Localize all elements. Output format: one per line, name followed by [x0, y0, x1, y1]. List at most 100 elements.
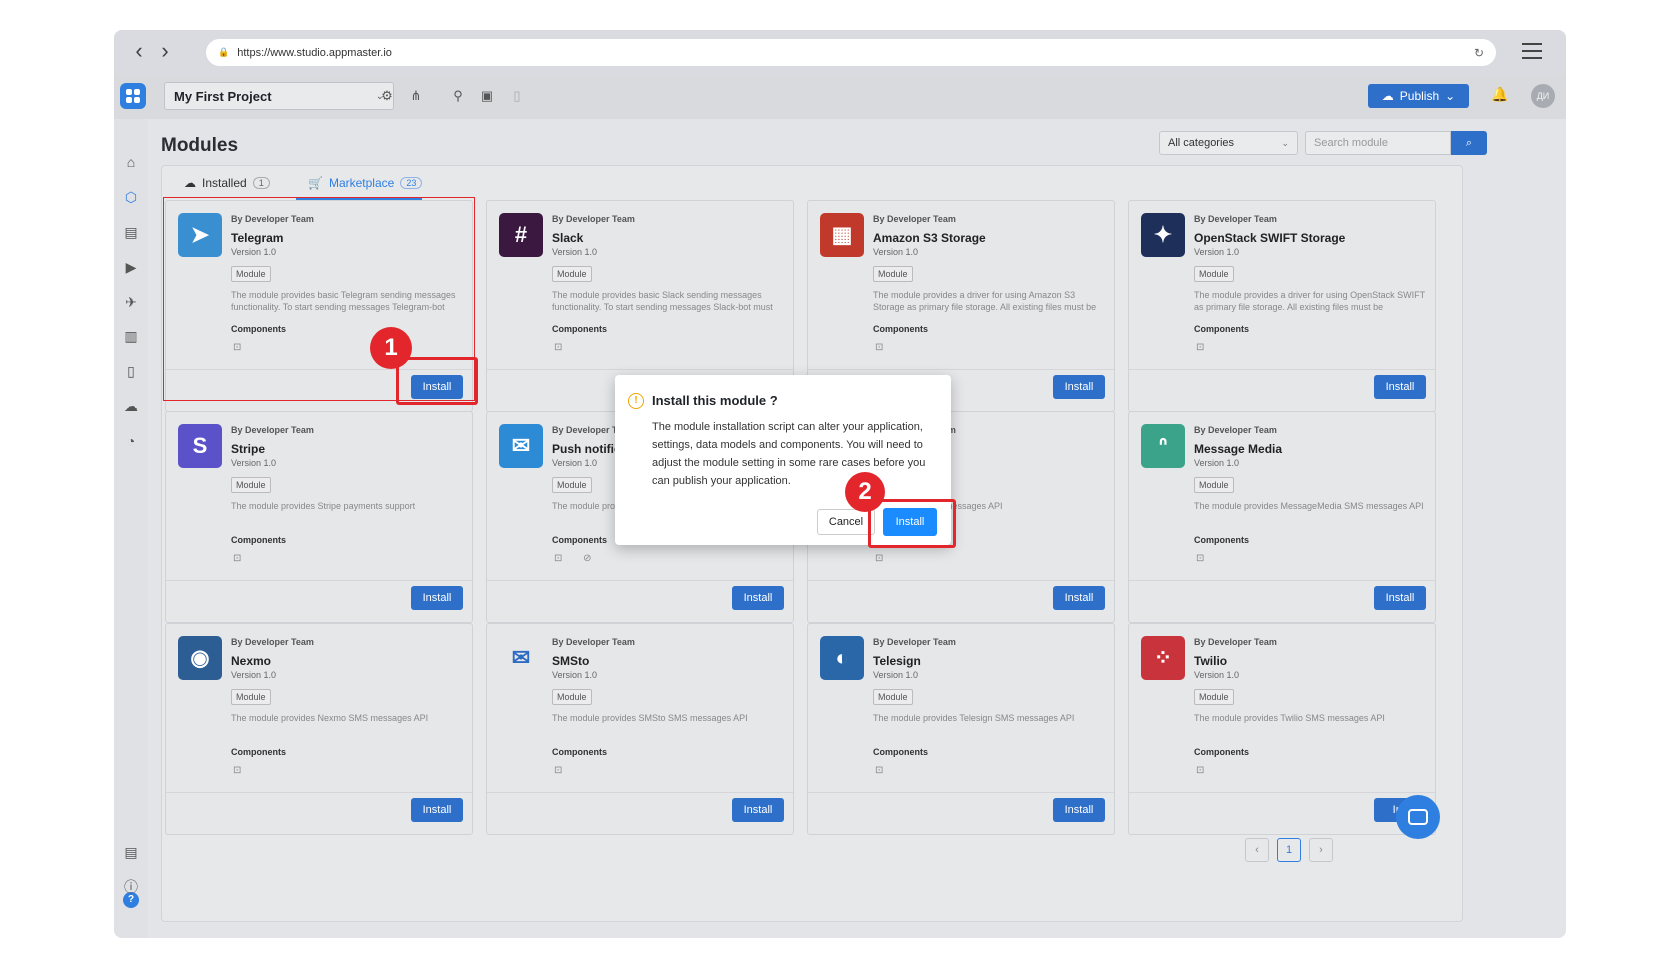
- mobile-app-icon[interactable]: ▯: [122, 362, 140, 380]
- card-divider: [487, 792, 793, 793]
- module-author: By Developer Team: [1194, 214, 1277, 224]
- page-number[interactable]: 1: [1277, 838, 1301, 862]
- browser-menu-icon[interactable]: [1522, 43, 1542, 64]
- info-icon[interactable]: ⓘ: [122, 878, 140, 896]
- board-icon[interactable]: ▤: [122, 223, 140, 241]
- module-author: By Developer Team: [873, 214, 956, 224]
- docs-icon[interactable]: ▤: [122, 843, 140, 861]
- module-tag: Module: [231, 689, 271, 705]
- lock-icon: 🔒: [218, 47, 230, 57]
- search-button[interactable]: ⌕: [1451, 131, 1487, 155]
- install-button[interactable]: Install: [411, 798, 463, 822]
- install-button[interactable]: Install: [1374, 375, 1426, 399]
- install-button[interactable]: Install: [1374, 586, 1426, 610]
- modules-cube-icon[interactable]: ⬡: [122, 188, 140, 206]
- avatar[interactable]: ДИ: [1531, 84, 1555, 108]
- push-notification-icon: ✉: [499, 424, 543, 468]
- reload-icon[interactable]: ↻: [1474, 46, 1484, 60]
- plugin-icon[interactable]: ⚲: [449, 87, 467, 105]
- back-icon[interactable]: ‹: [128, 40, 150, 62]
- telesign-icon: ◐: [820, 636, 864, 680]
- component-icon: ⊡: [554, 765, 572, 776]
- bell-icon[interactable]: 🔔: [1491, 86, 1508, 103]
- module-tag: Module: [552, 266, 592, 282]
- module-description: The module provides a driver for using O…: [1194, 290, 1425, 312]
- card-divider: [166, 792, 472, 793]
- module-name: Slack: [552, 231, 584, 245]
- module-version: Version 1.0: [1194, 247, 1240, 257]
- module-name: Telesign: [873, 654, 921, 668]
- module-card: ◉ By Developer Team Nexmo Version 1.0 Module…: [165, 623, 473, 835]
- module-version: Version 1.0: [1194, 670, 1240, 680]
- forward-icon[interactable]: ›: [154, 40, 176, 62]
- component-icon: ⊡: [875, 553, 893, 564]
- prev-page-icon[interactable]: ‹: [1245, 838, 1269, 862]
- module-description: The module provides Nexmo SMS messages A…: [231, 713, 429, 723]
- sidebar: ⌂ ⬡ ▤ ▶ ✈ ▥ ▯ ☁ ◔ ? ▤ ⓘ: [114, 119, 148, 938]
- module-version: Version 1.0: [231, 458, 277, 468]
- publish-button[interactable]: ☁ Publish ⌄: [1368, 84, 1469, 108]
- address-bar[interactable]: 🔒 https://www.studio.appmaster.io ↻: [206, 39, 1496, 66]
- card-divider: [808, 792, 1114, 793]
- search-input[interactable]: [1305, 131, 1451, 155]
- components-label: Components: [552, 324, 607, 334]
- card-divider: [1129, 580, 1435, 581]
- module-name: Message Media: [1194, 442, 1283, 456]
- category-select[interactable]: All categories ⌄: [1159, 131, 1298, 155]
- module-description: The module provides Stripe payments supp…: [231, 501, 416, 511]
- install-button[interactable]: Install: [732, 586, 784, 610]
- install-button[interactable]: Install: [732, 798, 784, 822]
- project-selector[interactable]: My First Project ⌄: [164, 82, 394, 110]
- install-button[interactable]: Install: [411, 586, 463, 610]
- module-author: By Developer Team: [552, 214, 635, 224]
- component-icon: ⊡: [233, 765, 251, 776]
- module-card: S By Developer Team Stripe Version 1.0 Modul…: [165, 411, 473, 623]
- card-divider: [808, 369, 1114, 370]
- browser-chrome: ‹ › 🔒 https://www.studio.appmaster.io ↻: [114, 30, 1566, 75]
- play-icon[interactable]: ▶: [122, 258, 140, 276]
- web-layout-icon[interactable]: ▥: [122, 327, 140, 345]
- chevron-down-icon: ⌄: [1281, 137, 1289, 148]
- deploy-cloud-icon[interactable]: ☁: [122, 397, 140, 415]
- layout-icon[interactable]: ▣: [478, 87, 496, 105]
- chevron-down-icon: ⌄: [1445, 89, 1456, 103]
- module-card: ✦ By Developer Team OpenStack SWIFT Storag…: [1128, 200, 1436, 412]
- components-label: Components: [873, 324, 928, 334]
- tab-marketplace[interactable]: 🛒 Marketplace 23: [308, 176, 423, 190]
- install-button[interactable]: Install: [1053, 586, 1105, 610]
- tab-label: Marketplace: [328, 176, 395, 190]
- module-version: Version 1.0: [552, 247, 598, 257]
- cart-icon: 🛒: [308, 176, 323, 190]
- dashboard-gauge-icon[interactable]: ◔: [122, 432, 140, 450]
- next-page-icon[interactable]: ›: [1309, 838, 1333, 862]
- app-logo-icon[interactable]: [120, 83, 146, 109]
- install-highlight-step1: [396, 357, 478, 405]
- install-button[interactable]: Install: [1053, 798, 1105, 822]
- module-author: By Developer Team: [873, 637, 956, 647]
- cancel-button[interactable]: Cancel: [817, 509, 875, 535]
- rocket-icon[interactable]: ✈: [122, 293, 140, 311]
- card-divider: [1129, 369, 1435, 370]
- component-icon: ⊡: [554, 342, 572, 353]
- chat-support-icon[interactable]: [1396, 795, 1440, 839]
- module-description: The module provides basic Slack sending …: [552, 290, 773, 312]
- components-label: Components: [1194, 324, 1249, 334]
- components-label: Components: [1194, 535, 1249, 545]
- share-icon[interactable]: ⋔: [407, 87, 425, 105]
- module-description: The module provides a driver for using A…: [873, 290, 1097, 312]
- component-icon: ⊡: [1196, 765, 1214, 776]
- module-name: Nexmo: [231, 654, 272, 668]
- module-description: The module provides Telesign SMS message…: [873, 713, 1075, 723]
- module-card: ✉ By Developer Team SMSto Version 1.0 Module…: [486, 623, 794, 835]
- settings-gear-icon[interactable]: ⚙: [378, 87, 396, 105]
- install-button[interactable]: Install: [1053, 375, 1105, 399]
- module-author: By Developer Team: [231, 425, 314, 435]
- mobile-icon[interactable]: ▯: [508, 87, 526, 105]
- module-name: Push notific: [552, 442, 621, 456]
- tab-installed[interactable]: ☁ Installed 1: [184, 176, 270, 190]
- module-version: Version 1.0: [1194, 458, 1240, 468]
- aws-s3-icon: ▦: [820, 213, 864, 257]
- component-icon: ⊡: [1196, 342, 1214, 353]
- home-icon[interactable]: ⌂: [122, 153, 140, 171]
- search-icon: ⌕: [1465, 137, 1473, 149]
